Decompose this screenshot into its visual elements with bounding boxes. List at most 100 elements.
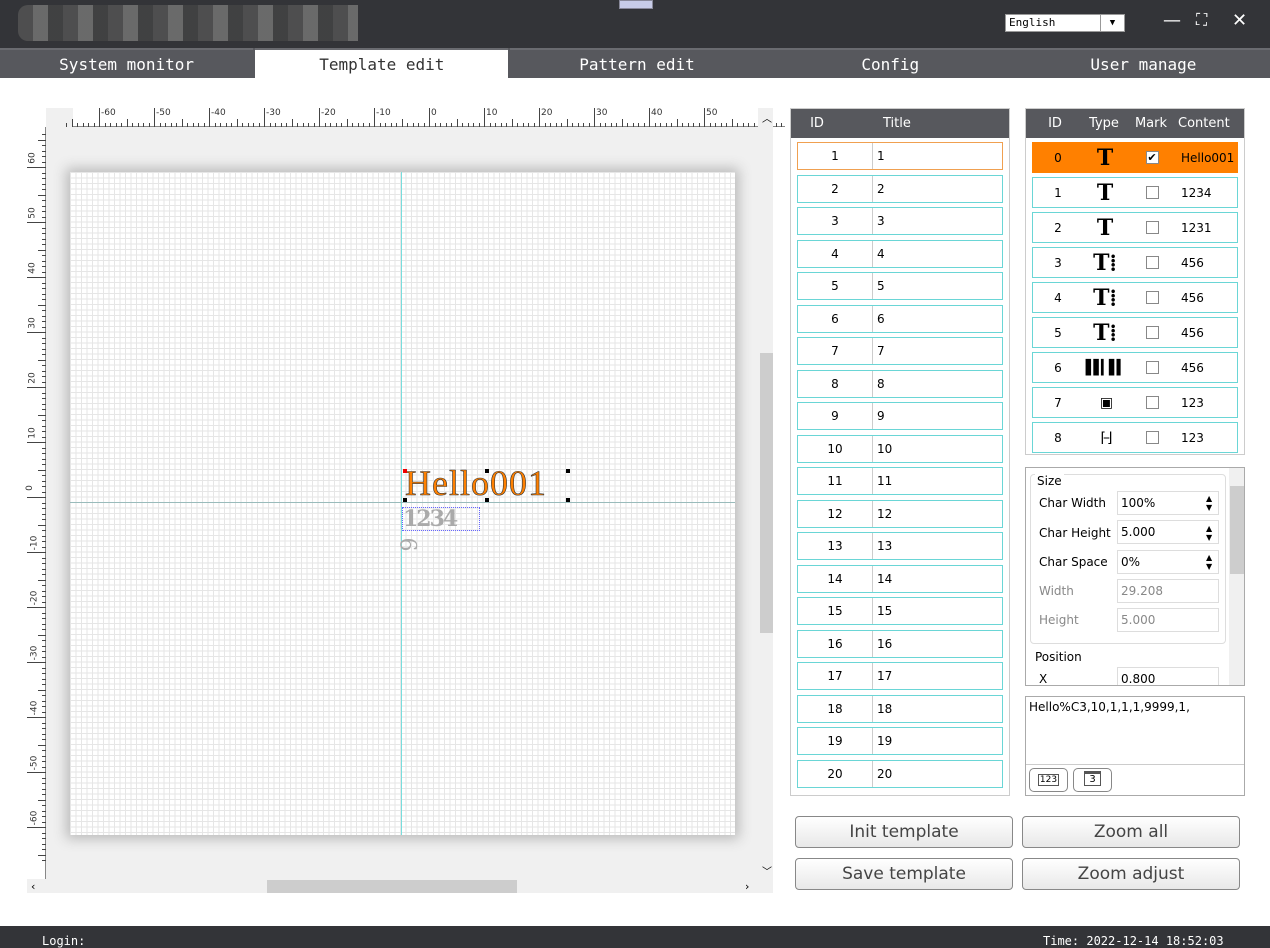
maximize-button[interactable]: ⛶ [1196,10,1207,30]
save-template-button[interactable]: Save template [795,858,1013,890]
resize-handle[interactable] [485,469,489,473]
ruler-tick [456,119,458,127]
template-row[interactable]: 11 11 [797,467,1003,495]
ruler-tick [42,392,46,394]
tab-pattern-edit[interactable]: Pattern edit [510,48,764,78]
template-row[interactable]: 10 10 [797,434,1003,463]
template-row[interactable]: 17 17 [797,662,1003,690]
mark-checkbox[interactable] [1145,221,1159,234]
template-row[interactable]: 19 19 [797,727,1003,755]
char-space-spinner[interactable]: ▲ ▼ [1206,553,1212,571]
ruler-tick [165,123,166,127]
vertical-scroll-thumb[interactable] [760,353,773,633]
overlapping-objects[interactable]: 1234 [402,507,480,531]
ruler-tick [42,794,46,795]
mark-checkbox[interactable] [1145,361,1159,374]
tab-system-monitor[interactable]: System monitor [0,48,254,78]
ruler-tick [506,123,507,127]
resize-handle[interactable] [566,498,570,502]
char-height-input[interactable]: 5.000 [1117,520,1219,544]
object-row[interactable]: 6 ▌▌▎▌▍ 456 [1032,352,1238,383]
ruler-tick [42,205,46,207]
ruler-tick [627,123,628,127]
object-row[interactable]: 1 T 1234 [1032,177,1238,208]
insert-date-button[interactable]: 3 [1073,768,1112,792]
template-row[interactable]: 66 [797,304,1003,333]
template-row[interactable]: 33 [797,207,1003,235]
template-row[interactable]: 14 14 [797,564,1003,593]
object-row[interactable]: 2 T 1231 [1032,212,1238,243]
template-row[interactable]: 77 [797,337,1003,365]
template-row[interactable]: 12 12 [797,499,1003,528]
object-list-header: ID Type Mark Content [1026,109,1244,138]
properties-scroll-thumb[interactable] [1230,486,1244,574]
minimize-button[interactable]: — [1163,10,1181,31]
print-area[interactable]: 1234 6 Hello001 [70,172,735,835]
vertical-text-type-icon: T⁞ [1093,284,1117,311]
mark-checkbox[interactable] [1145,396,1159,409]
init-template-button[interactable]: Init template [795,816,1013,848]
ruler-tick [308,123,309,127]
x-input[interactable]: 0.800 [1117,667,1219,685]
ruler-tick [38,744,46,746]
mark-checkbox[interactable] [1145,291,1159,304]
template-row[interactable]: 16 16 [797,629,1003,658]
resize-handle[interactable] [403,498,407,502]
ruler-tick [42,860,46,861]
object-row[interactable]: 5 T⁞ 456 [1032,317,1238,348]
ruler-tick [71,119,73,127]
zoom-all-button[interactable]: Zoom all [1022,816,1240,848]
object-row[interactable]: 3 T⁞ 456 [1032,247,1238,278]
resize-handle[interactable] [566,469,570,473]
template-canvas[interactable]: -60-50-40-30-20-100102030405060 60504030… [25,108,785,893]
template-row[interactable]: 88 [797,369,1003,398]
template-row[interactable]: 55 [797,272,1003,300]
ruler-tick [181,119,183,127]
scroll-right-icon[interactable]: › [745,880,749,893]
template-row[interactable]: 18 18 [797,694,1003,723]
ruler-tick [42,728,46,729]
template-row[interactable]: 22 [797,174,1003,203]
template-row[interactable]: 11 [797,142,1003,170]
mark-checkbox[interactable] [1145,186,1159,199]
ruler-tick [555,123,557,127]
zoom-adjust-button[interactable]: Zoom adjust [1022,858,1240,890]
anchor-handle[interactable] [403,469,407,473]
drag-handle[interactable] [619,0,653,9]
rotated-object[interactable]: 6 [395,538,420,552]
mark-checkbox[interactable] [1145,256,1159,269]
scroll-down-icon[interactable]: ﹀ [762,863,772,878]
tab-config[interactable]: Config [763,48,1017,78]
char-space-input[interactable]: 0% [1117,550,1219,574]
insert-counter-button[interactable]: 123 [1029,768,1068,792]
scroll-up-icon[interactable]: ︿ [762,110,772,125]
language-select[interactable]: English ▼ [1005,14,1125,32]
content-script-input[interactable]: Hello%C3,10,1,1,1,9999,1, [1026,697,1244,765]
template-row[interactable]: 13 13 [797,532,1003,560]
mark-checkbox[interactable]: ✔ [1145,151,1159,164]
ruler-tick [42,684,46,685]
template-row[interactable]: 44 [797,239,1003,268]
object-row[interactable]: 8 ⌈–⌋ 123 [1032,422,1238,453]
char-width-input[interactable]: 100% [1117,491,1219,515]
ruler-tick [665,123,667,127]
mark-checkbox[interactable] [1145,326,1159,339]
selected-text-object[interactable]: Hello001 [405,465,547,502]
template-row[interactable]: 15 15 [797,597,1003,625]
template-id: 12 [798,500,873,527]
object-row[interactable]: 0 T ✔ Hello001 [1032,142,1238,173]
text-type-icon: T [1096,179,1114,206]
horizontal-scroll-thumb[interactable] [267,880,517,893]
tab-template-edit[interactable]: Template edit [255,48,509,78]
scroll-left-icon[interactable]: ‹ [31,880,35,893]
template-row[interactable]: 20 20 [797,759,1003,788]
template-row[interactable]: 99 [797,402,1003,430]
object-row[interactable]: 7 ▣ 123 [1032,387,1238,418]
tab-user-manage[interactable]: User manage [1016,48,1270,78]
resize-handle[interactable] [485,498,489,502]
char-width-spinner[interactable]: ▲ ▼ [1206,494,1212,512]
object-row[interactable]: 4 T⁞ 456 [1032,282,1238,313]
char-height-spinner[interactable]: ▲ ▼ [1206,524,1212,542]
close-button[interactable]: ✕ [1232,10,1247,31]
mark-checkbox[interactable] [1145,431,1159,444]
